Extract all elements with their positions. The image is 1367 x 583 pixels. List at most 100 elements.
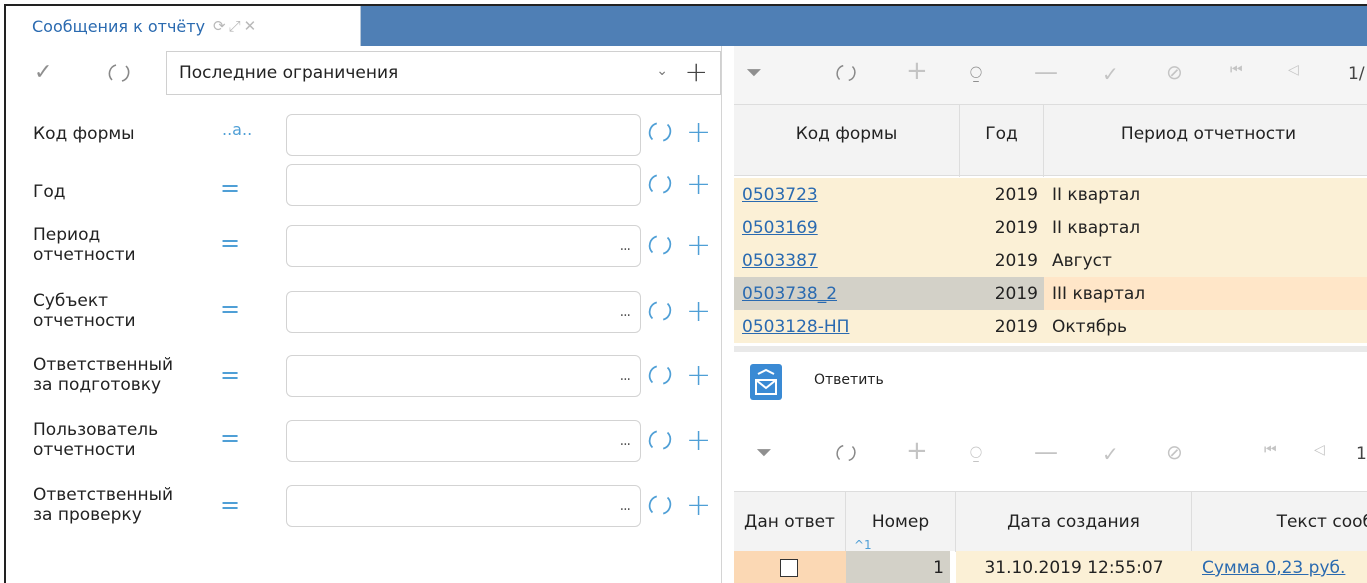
- preparer-input[interactable]: ...: [286, 355, 641, 397]
- add-condition-button[interactable]: +: [686, 231, 711, 261]
- col-header-year[interactable]: Год: [960, 105, 1044, 177]
- message-text-link[interactable]: Сумма 0,23 руб.: [1202, 558, 1345, 578]
- form-code-link[interactable]: 0503169: [742, 218, 818, 238]
- add-condition-button[interactable]: +: [686, 426, 711, 456]
- first-page-icon[interactable]: ⏮: [1230, 62, 1243, 78]
- ellipsis-button[interactable]: ...: [620, 368, 631, 384]
- edit-filter-icon[interactable]: ⍜: [970, 60, 982, 84]
- edit-filter-icon[interactable]: ⍜: [970, 440, 982, 464]
- refresh-icon[interactable]: [646, 118, 674, 146]
- filter-icon[interactable]: ⏷: [756, 440, 772, 464]
- year-cell: 2019: [994, 217, 1038, 238]
- refresh-icon[interactable]: [646, 361, 674, 389]
- year-cell: 2019: [994, 316, 1038, 337]
- expand-icon[interactable]: ⤢: [229, 17, 241, 35]
- tab-messages[interactable]: Сообщения к отчёту ⟳ ⤢ ✕: [6, 6, 361, 46]
- add-preset-button[interactable]: +: [685, 55, 708, 88]
- filter-label: Пользователь отчетности: [33, 420, 159, 460]
- grid-toolbar: ⏷ + ⍜ — ✓ ⊘ ⏮ ◁ 1/: [734, 46, 1367, 104]
- operator-equals-button[interactable]: =: [220, 361, 240, 389]
- operator-equals-button[interactable]: =: [220, 295, 240, 323]
- add-condition-button[interactable]: +: [686, 491, 711, 521]
- filter-icon[interactable]: ⏷: [746, 60, 762, 84]
- add-condition-button[interactable]: +: [686, 170, 711, 200]
- form-code-input[interactable]: [286, 114, 641, 156]
- sort-indicator: ^1: [854, 538, 872, 552]
- prev-page-icon[interactable]: ◁: [1314, 442, 1325, 458]
- message-row[interactable]: 1 31.10.2019 12:55:07 Сумма 0,23 руб.: [734, 551, 1367, 583]
- cancel-icon[interactable]: ⊘: [1166, 440, 1183, 464]
- add-condition-button[interactable]: +: [686, 118, 711, 148]
- col-header-answered[interactable]: Дан ответ: [734, 492, 846, 552]
- remove-icon[interactable]: —: [1034, 438, 1058, 466]
- filter-row-preparer: Ответственный за подготовку = ... +: [6, 351, 722, 411]
- table-row[interactable]: 0503723 2019 II квартал: [734, 178, 1367, 211]
- reply-button[interactable]: Ответить: [814, 372, 884, 388]
- operator-contains-button[interactable]: ..a..: [222, 120, 252, 139]
- close-icon[interactable]: ✕: [244, 17, 257, 35]
- subgrid-toolbar: ⏷ + ⍜ — ✓ ⊘ ⏮ ◁ 1/: [734, 426, 1367, 484]
- table-row-selected[interactable]: 0503738_2 2019 III квартал: [734, 277, 1367, 310]
- ellipsis-button[interactable]: ...: [620, 304, 631, 320]
- ellipsis-button[interactable]: ...: [620, 498, 631, 514]
- filter-row-form-code: Код формы ..a.. +: [6, 104, 722, 164]
- add-condition-button[interactable]: +: [686, 297, 711, 327]
- table-row[interactable]: 0503169 2019 II квартал: [734, 211, 1367, 244]
- page-indicator: 1/: [1348, 64, 1365, 84]
- add-condition-button[interactable]: +: [686, 361, 711, 391]
- refresh-icon[interactable]: [646, 231, 674, 259]
- year-cell: 2019: [994, 184, 1038, 205]
- add-icon[interactable]: +: [906, 56, 928, 86]
- form-code-link[interactable]: 0503128-НП: [742, 317, 849, 337]
- refresh-icon[interactable]: [646, 426, 674, 454]
- remove-icon[interactable]: —: [1034, 58, 1058, 86]
- filter-label: Период отчетности: [33, 225, 136, 265]
- period-cell: II квартал: [1052, 217, 1141, 238]
- col-header-created[interactable]: Дата создания: [956, 492, 1192, 552]
- subject-input[interactable]: ...: [286, 291, 641, 333]
- operator-equals-button[interactable]: =: [220, 229, 240, 257]
- reply-envelope-icon[interactable]: [750, 364, 782, 400]
- ellipsis-button[interactable]: ...: [620, 433, 631, 449]
- filter-panel: ✓ Последние ограничения ⌄ + Код формы ..…: [6, 46, 722, 583]
- confirm-icon[interactable]: ✓: [1102, 442, 1119, 466]
- col-header-number[interactable]: Номер ^1: [846, 492, 956, 552]
- preset-select[interactable]: Последние ограничения ⌄ +: [166, 51, 721, 95]
- refresh-icon[interactable]: [834, 61, 858, 85]
- col-header-text[interactable]: Текст сооб: [1192, 492, 1367, 552]
- first-page-icon[interactable]: ⏮: [1264, 442, 1277, 458]
- table-row[interactable]: 0503387 2019 Август: [734, 244, 1367, 277]
- form-code-link[interactable]: 0503738_2: [742, 284, 837, 304]
- operator-equals-button[interactable]: =: [220, 424, 240, 452]
- confirm-icon[interactable]: ✓: [1102, 62, 1119, 86]
- col-header-period[interactable]: Период отчетности: [1044, 105, 1367, 177]
- col-header-form-code[interactable]: Код формы: [734, 105, 960, 177]
- reviewer-input[interactable]: ...: [286, 485, 641, 527]
- period-cell: II квартал: [1052, 184, 1141, 205]
- refresh-icon[interactable]: [106, 60, 132, 86]
- user-input[interactable]: ...: [286, 420, 641, 462]
- operator-equals-button[interactable]: =: [220, 491, 240, 519]
- year-input[interactable]: [286, 164, 641, 206]
- refresh-icon[interactable]: [646, 297, 674, 325]
- form-code-link[interactable]: 0503387: [742, 251, 818, 271]
- period-input[interactable]: ...: [286, 225, 641, 267]
- tab-title: Сообщения к отчёту: [32, 16, 206, 36]
- refresh-icon[interactable]: [646, 491, 674, 519]
- filter-row-reviewer: Ответственный за проверку = ... +: [6, 481, 722, 541]
- refresh-icon[interactable]: ⟳: [213, 17, 226, 35]
- filter-row-user: Пользователь отчетности = ... +: [6, 416, 722, 476]
- add-icon[interactable]: +: [906, 436, 928, 466]
- form-code-link[interactable]: 0503723: [742, 185, 818, 205]
- answered-checkbox[interactable]: [780, 559, 798, 577]
- refresh-icon[interactable]: [834, 441, 858, 465]
- refresh-icon[interactable]: [646, 170, 674, 198]
- apply-check-icon[interactable]: ✓: [34, 60, 52, 85]
- chevron-down-icon[interactable]: ⌄: [656, 63, 668, 79]
- table-row[interactable]: 0503128-НП 2019 Октябрь: [734, 310, 1367, 343]
- filter-toolbar: ✓ Последние ограничения ⌄ +: [6, 48, 722, 96]
- operator-equals-button[interactable]: =: [220, 174, 240, 202]
- ellipsis-button[interactable]: ...: [620, 238, 631, 254]
- cancel-icon[interactable]: ⊘: [1166, 60, 1183, 84]
- prev-page-icon[interactable]: ◁: [1288, 62, 1299, 78]
